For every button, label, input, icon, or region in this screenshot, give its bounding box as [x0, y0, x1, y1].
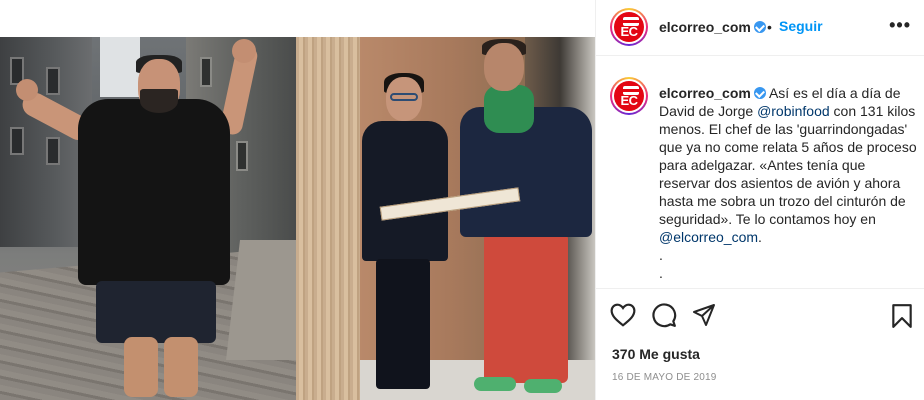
person-before [78, 99, 230, 285]
comments-area[interactable]: EC elcorreo_com Así es el día a día de D… [596, 57, 924, 287]
person-woman [362, 121, 448, 261]
verified-badge-icon [753, 21, 766, 33]
post-side-panel: EC elcorreo_com • Seguir ••• EC elcorreo… [595, 0, 924, 400]
account-username[interactable]: elcorreo_com [659, 19, 751, 35]
send-icon[interactable] [692, 303, 716, 327]
account-avatar[interactable]: EC [610, 8, 648, 46]
post-photo[interactable] [0, 0, 595, 400]
like-count[interactable]: 370 Me gusta [612, 346, 700, 362]
heart-icon[interactable] [610, 303, 636, 327]
post-header: EC elcorreo_com • Seguir ••• [596, 0, 924, 56]
photo-right-after [360, 37, 595, 400]
caption-text-3: . [758, 229, 762, 245]
caption-username[interactable]: elcorreo_com [659, 85, 751, 101]
caption-avatar[interactable]: EC [610, 77, 648, 115]
comment-icon[interactable] [651, 302, 677, 328]
mention-robinfood[interactable]: @robinfood [757, 103, 830, 119]
post-date[interactable]: 16 DE MAYO DE 2019 [612, 372, 717, 383]
wood-divider [296, 37, 360, 400]
avatar-logo-text: EC [620, 24, 638, 39]
post-caption: elcorreo_com Así es el día a día de Davi… [659, 84, 917, 282]
photo-left-before [0, 37, 296, 400]
caption-text-2: con 131 kilos menos. El chef de las 'gua… [659, 103, 917, 227]
bookmark-icon[interactable] [891, 303, 913, 329]
follow-button[interactable]: Seguir [779, 18, 823, 34]
photo-collage [0, 37, 595, 400]
more-options-icon[interactable]: ••• [889, 15, 911, 36]
verified-badge-icon [753, 87, 766, 99]
post-actions: 370 Me gusta 16 DE MAYO DE 2019 [596, 288, 924, 400]
mention-elcorreo[interactable]: @elcorreo_com [659, 229, 758, 245]
sky [100, 37, 140, 97]
header-separator: • [767, 19, 772, 35]
caption-dot-line-2: . [659, 265, 663, 281]
caption-dot-line-1: . [659, 247, 663, 263]
avatar-logo-text: EC [620, 93, 638, 108]
